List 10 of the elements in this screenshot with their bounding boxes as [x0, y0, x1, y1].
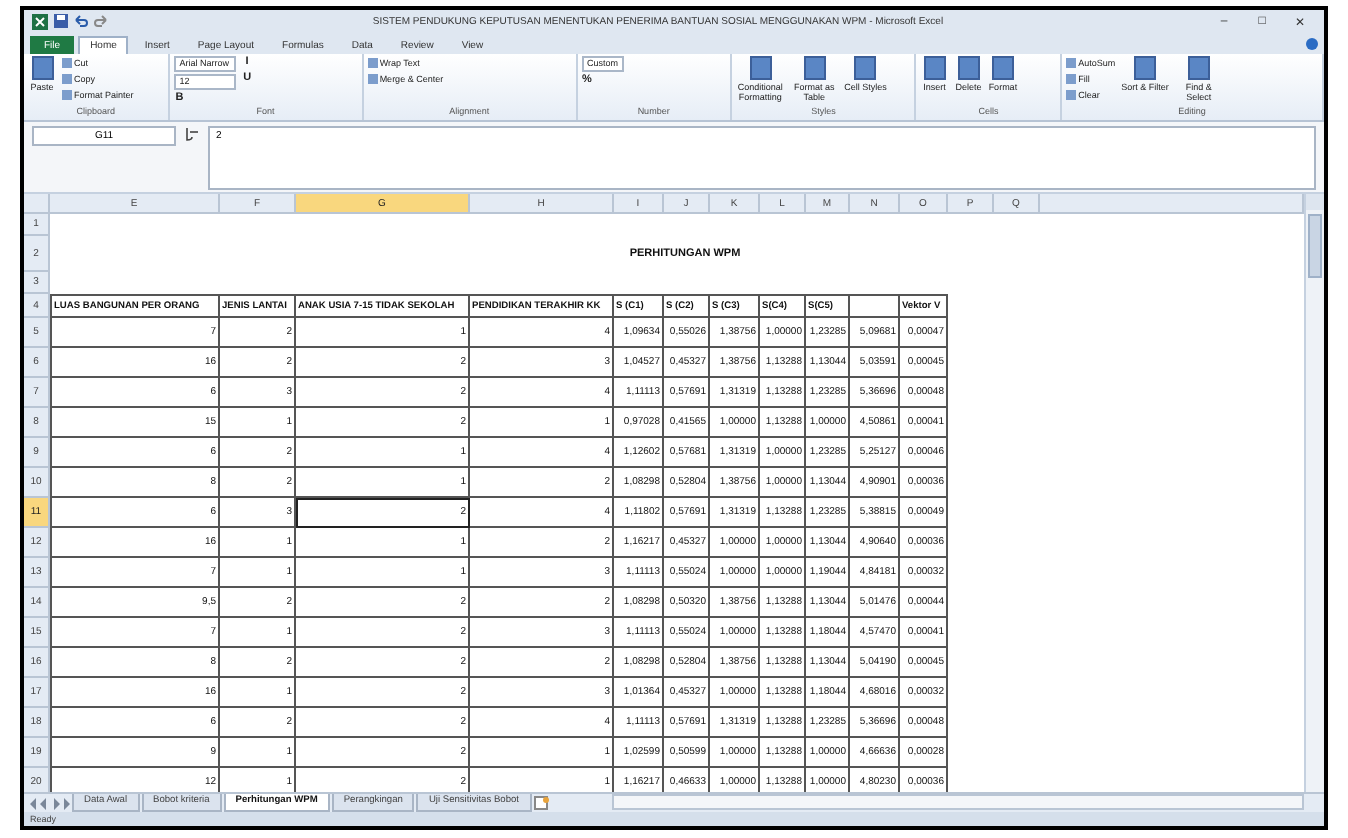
vertical-scrollbar[interactable] [1304, 194, 1324, 792]
undo-icon[interactable] [74, 14, 88, 28]
new-sheet-icon[interactable] [533, 796, 549, 810]
horizontal-scrollbar[interactable] [611, 794, 1304, 810]
table-cell [850, 294, 900, 318]
redo-icon[interactable] [94, 14, 108, 28]
function-icon[interactable] [184, 126, 200, 142]
save-icon[interactable] [54, 14, 68, 28]
sheet-navigation-icon[interactable] [30, 798, 70, 810]
spreadsheet-app-icon [32, 13, 48, 29]
